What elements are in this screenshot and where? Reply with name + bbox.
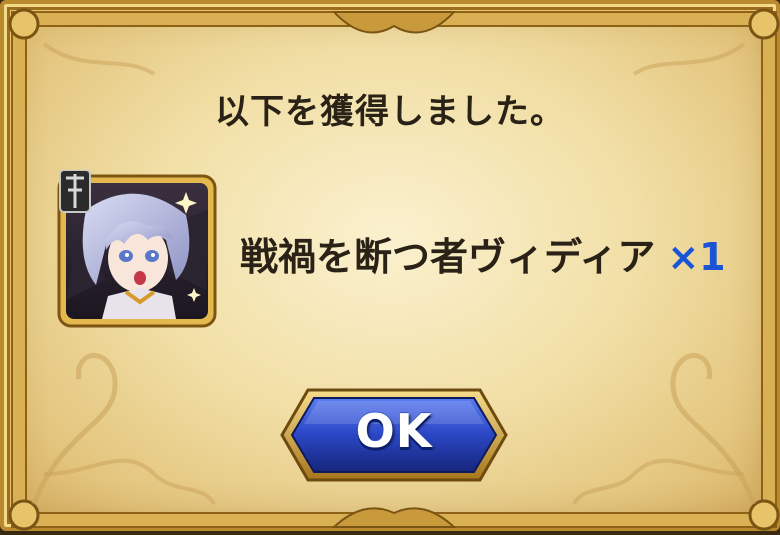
ok-button-label: OK bbox=[355, 404, 433, 458]
reward-item-title: 戦禍を断つ者ヴィディア bbox=[240, 235, 656, 279]
reward-item-thumbnail[interactable] bbox=[56, 169, 218, 330]
ok-button[interactable]: OK bbox=[278, 386, 510, 484]
reward-item-quantity: ×1 bbox=[667, 235, 726, 279]
reward-dialog: 以下を獲得しました。 戦禍を断つ者ヴィディア ×1 OK bbox=[0, 0, 780, 531]
reward-item-name: 戦禍を断つ者ヴィディア ×1 bbox=[240, 226, 726, 281]
dialog-title: 以下を獲得しました。 bbox=[215, 92, 565, 132]
character-portrait-icon bbox=[57, 169, 217, 328]
